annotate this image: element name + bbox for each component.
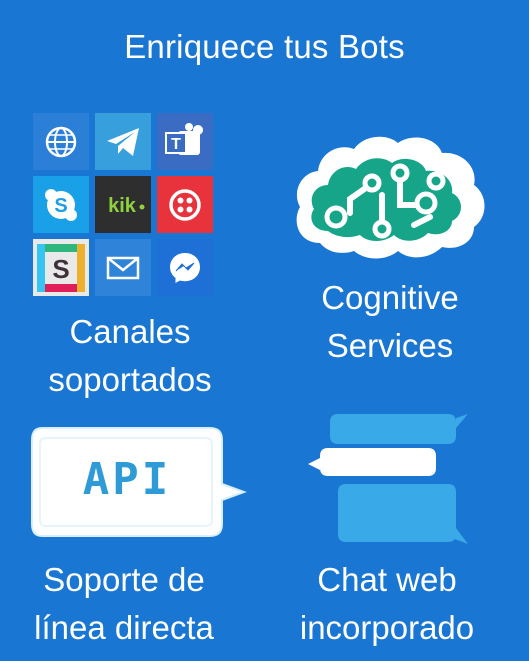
webchat-label-line2: incorporado — [299, 609, 475, 646]
twilio-icon — [157, 176, 213, 233]
channels-label: Canales soportados — [10, 308, 250, 404]
teams-icon: T — [157, 113, 213, 170]
svg-text:kik: kik — [108, 195, 137, 217]
svg-text:T: T — [171, 136, 181, 153]
page-title: Enriquece tus Bots — [124, 28, 405, 65]
api-badge-text: API — [82, 454, 172, 505]
webchat-label: Chat web incorporado — [278, 556, 496, 652]
cognitive-label-line2: Services — [326, 327, 454, 364]
messenger-icon — [157, 239, 213, 296]
telegram-icon — [95, 113, 151, 170]
email-icon — [95, 239, 151, 296]
directline-label-line1: Soporte de — [43, 561, 205, 598]
svg-text:S: S — [52, 254, 69, 284]
slack-icon: S — [33, 239, 89, 296]
svg-text:S: S — [54, 195, 67, 217]
channels-label-line2: soportados — [48, 361, 212, 398]
cognitive-label: Cognitive Services — [270, 274, 510, 370]
kik-icon: kik — [95, 176, 151, 233]
cognitive-label-line1: Cognitive — [321, 279, 459, 316]
skype-icon: S — [33, 176, 89, 233]
channels-grid: T S kik S — [33, 113, 213, 296]
chat-bubbles-icon — [306, 412, 470, 552]
brain-circuit-icon — [290, 133, 490, 265]
globe-icon — [33, 113, 89, 170]
webchat-label-line1: Chat web — [317, 561, 457, 598]
channels-label-line1: Canales — [69, 313, 191, 350]
directline-label: Soporte de línea directa — [0, 556, 248, 652]
directline-label-line2: línea directa — [34, 609, 214, 646]
